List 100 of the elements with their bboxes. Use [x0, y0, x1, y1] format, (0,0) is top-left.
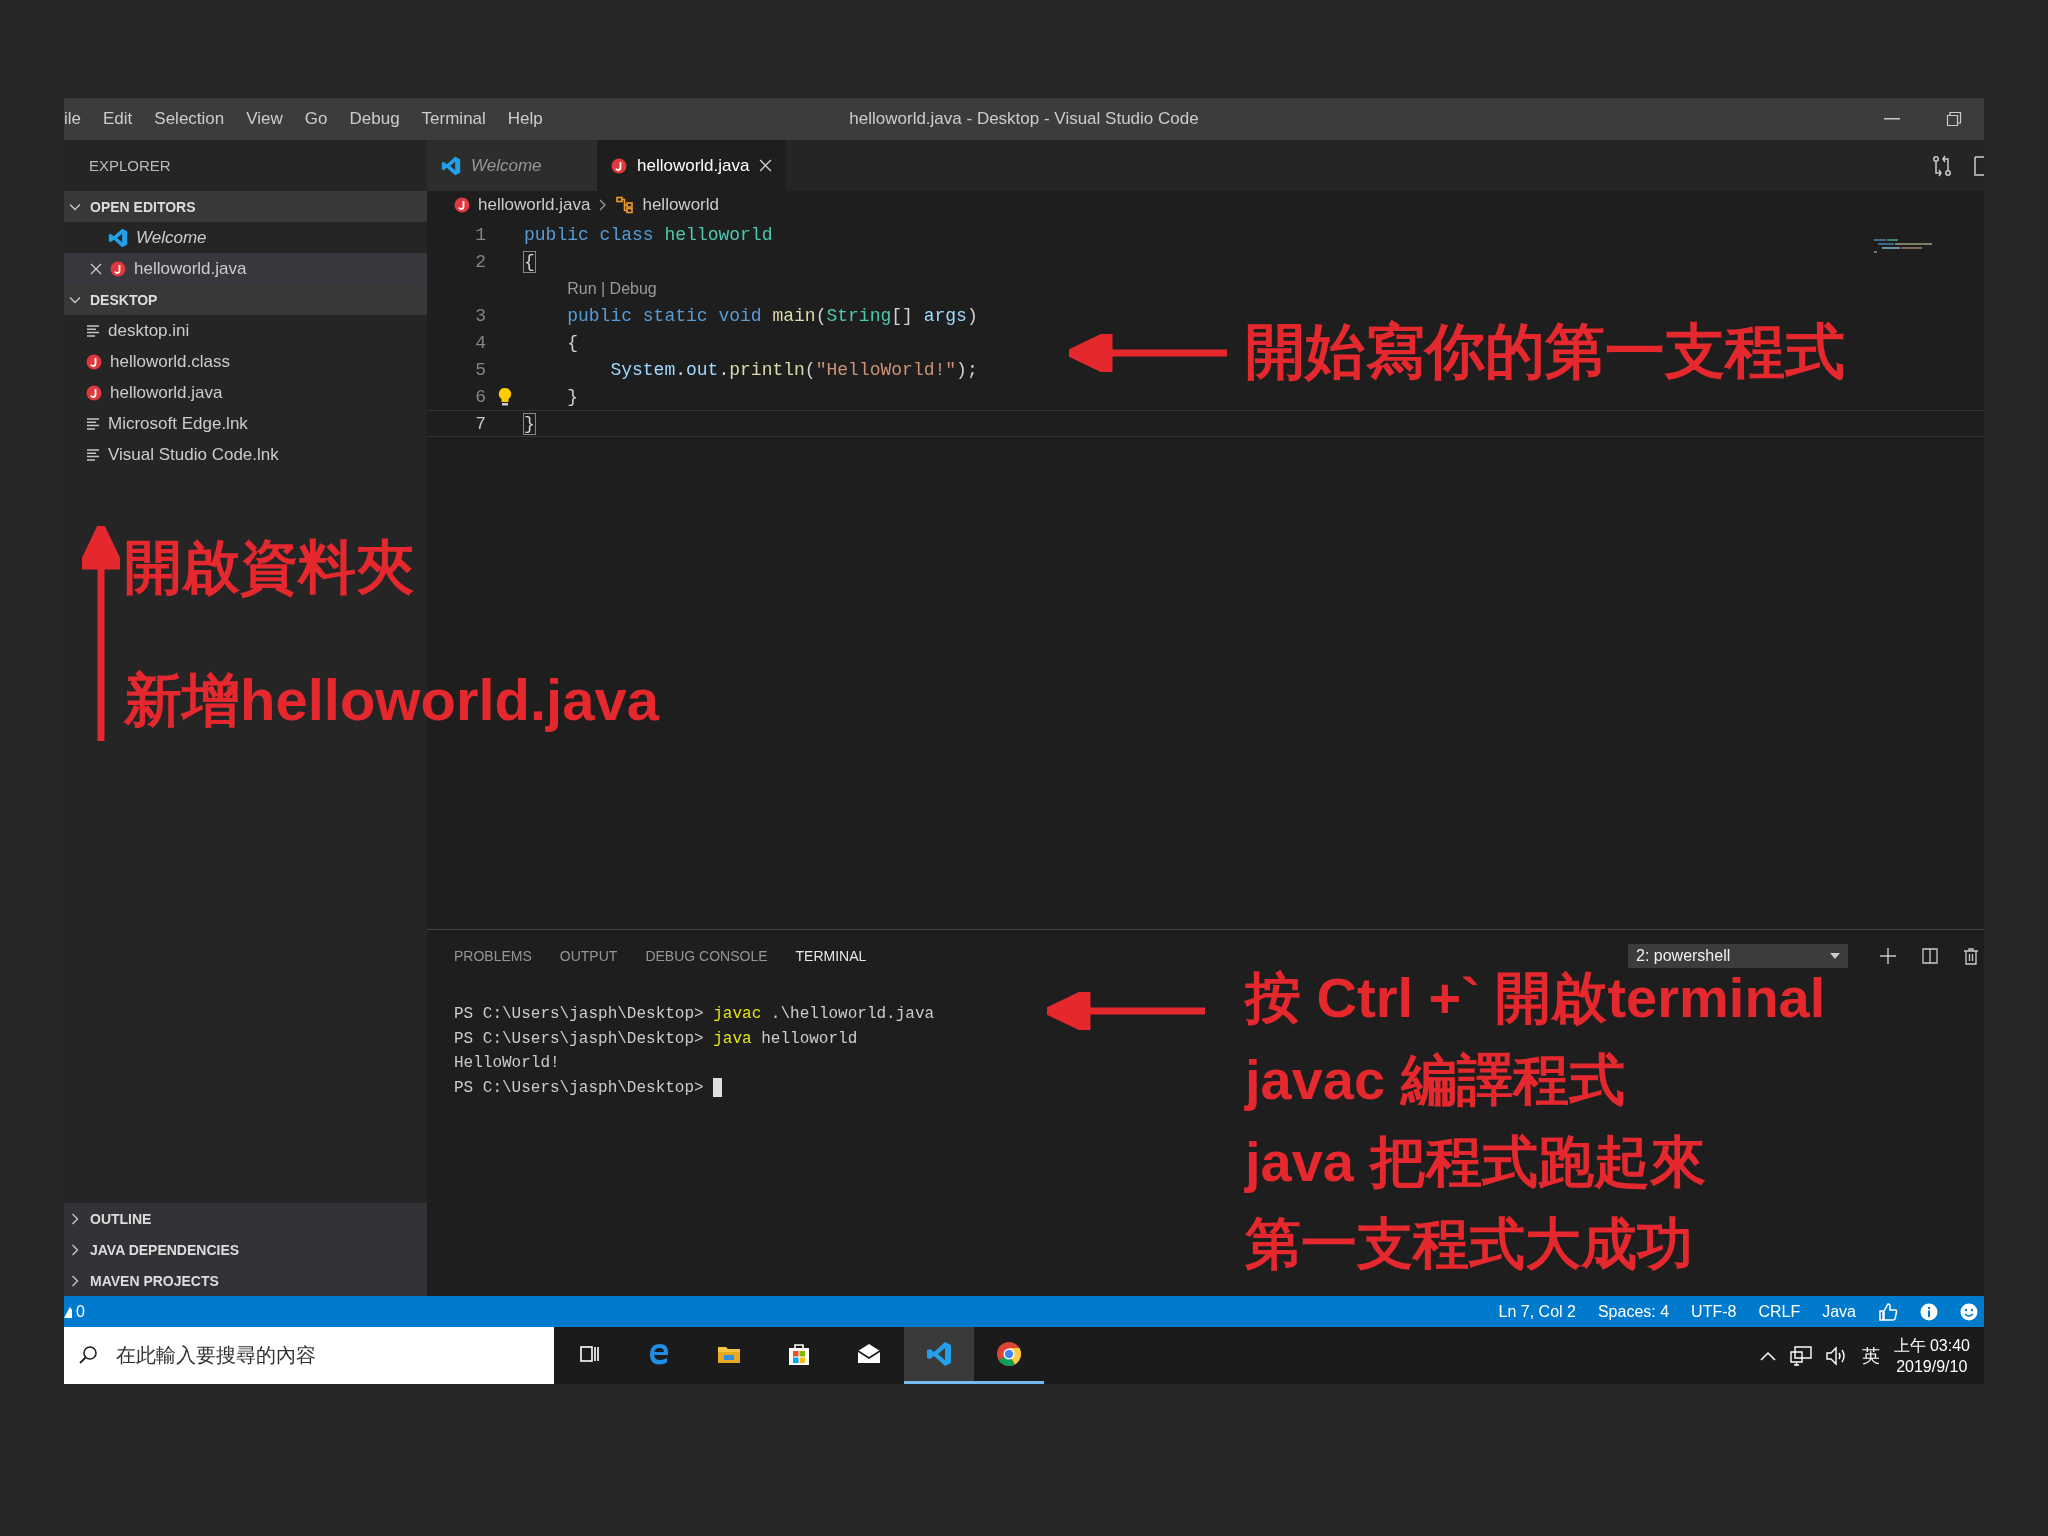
thumbs-up-icon[interactable] [1878, 1301, 1898, 1322]
status-item[interactable]: Spaces: 4 [1597, 1302, 1670, 1321]
file-item[interactable]: Visual Studio Code.lnk [64, 439, 427, 470]
file-item[interactable]: Microsoft Edge.lnk [64, 408, 427, 439]
editor-tab[interactable]: helloworld.java [597, 140, 787, 191]
section-header[interactable]: JAVA DEPENDENCIES [64, 1234, 427, 1265]
search-icon [78, 1345, 98, 1365]
java-file-icon [454, 196, 470, 213]
status-item[interactable]: UTF-8 [1691, 1302, 1737, 1321]
info-icon[interactable] [1920, 1302, 1938, 1321]
status-item[interactable]: Java [1822, 1302, 1856, 1321]
java-file-icon [611, 157, 627, 174]
menu-item[interactable]: Debug [338, 109, 411, 129]
chevron-up-icon[interactable] [1759, 1350, 1776, 1361]
vscode-icon [108, 227, 128, 248]
code-line: public class helloworld [524, 224, 773, 245]
close-icon[interactable] [90, 262, 102, 275]
smiley-icon[interactable] [1960, 1302, 1978, 1321]
panel-tab[interactable]: OUTPUT [559, 948, 618, 964]
annotation-text: 第一支程式大成功 [1245, 1216, 1694, 1272]
line-number: 4 [474, 332, 486, 353]
file-item[interactable]: helloworld.class [64, 346, 427, 377]
section-header[interactable]: DESKTOP [64, 284, 427, 315]
split-terminal-icon[interactable] [1922, 948, 1938, 964]
java-file-icon [110, 260, 126, 277]
code-line: } [567, 386, 578, 407]
menu-item[interactable]: Terminal [410, 109, 497, 129]
annotation-text: 開始寫你的第一支程式 [1245, 322, 1845, 382]
code-line: System.out.println("HelloWorld!"); [610, 359, 978, 380]
terminal-line: PS C:\Users\jasph\Desktop> javac .\helloworld.java [454, 1004, 935, 1025]
line-number: 1 [474, 224, 486, 245]
status-item[interactable]: Ln 7, Col 2 [1498, 1302, 1576, 1321]
terminal-line: PS C:\Users\jasph\Desktop> [454, 1077, 705, 1099]
trash-icon[interactable] [1964, 947, 1978, 965]
store-bag-icon [789, 1344, 809, 1365]
open-editor-item[interactable]: Welcome [64, 222, 427, 253]
problems-count[interactable]: 0 [76, 1302, 85, 1321]
section-header[interactable]: MAVEN PROJECTS [64, 1265, 427, 1296]
volume-icon[interactable] [1825, 1345, 1848, 1366]
code-line: } [524, 413, 535, 434]
edge-icon [650, 1344, 669, 1365]
browser-icon [997, 1342, 1021, 1366]
line-number: 7 [474, 413, 486, 434]
taskbar-clock[interactable]: 上午 03:40 2019/9/10 [1893, 1334, 1970, 1377]
line-number: 3 [474, 305, 486, 326]
file-lines-icon [86, 447, 100, 462]
file-lines-icon [86, 323, 100, 338]
terminal-line: PS C:\Users\jasph\Desktop> java helloworld [454, 1028, 858, 1050]
panel-tab[interactable]: TERMINAL [795, 948, 867, 964]
line-number: 2 [474, 251, 486, 272]
annotation-text: 開啟資料夾 [124, 538, 415, 596]
folder-icon [718, 1347, 740, 1363]
breadcrumb[interactable]: helloworld.java [478, 194, 591, 215]
menu-item[interactable]: Go [293, 109, 339, 129]
compare-changes-icon[interactable] [1932, 154, 1952, 177]
menu-item[interactable]: Edit [92, 109, 144, 129]
taskbar-search-field[interactable]: 在此輸入要搜尋的內容 [64, 1327, 554, 1384]
line-number: 6 [474, 386, 486, 407]
file-item[interactable]: desktop.ini [64, 315, 427, 346]
warning-icon[interactable] [64, 1305, 72, 1318]
terminal-line: HelloWorld! [454, 1053, 560, 1074]
sidebar-title: EXPLORER [89, 157, 171, 174]
panel-tab[interactable]: PROBLEMS [454, 948, 532, 964]
section-header[interactable]: OUTLINE [64, 1203, 427, 1234]
code-line: { [524, 251, 535, 272]
close-icon[interactable] [759, 159, 773, 172]
lightbulb-icon[interactable] [498, 386, 512, 407]
annotation-text: 按 Ctrl +` 開啟terminal [1245, 970, 1826, 1026]
input-language-indicator[interactable]: 英 [1861, 1343, 1880, 1368]
menu-item[interactable]: ile [64, 109, 92, 129]
network-icon[interactable] [1789, 1345, 1812, 1366]
section-header[interactable]: OPEN EDITORS [64, 191, 427, 222]
task-view-icon [580, 1346, 599, 1362]
codelens-links[interactable]: Run | Debug [567, 279, 657, 297]
file-item[interactable]: helloworld.java [64, 377, 427, 408]
terminal-dropdown[interactable]: 2: powershell [1628, 944, 1848, 968]
file-lines-icon [86, 416, 100, 431]
open-editor-item[interactable]: helloworld.java [64, 253, 427, 284]
status-item[interactable]: CRLF [1758, 1302, 1801, 1321]
mail-icon [857, 1344, 881, 1363]
minimap-drawing[interactable] [1872, 238, 1934, 256]
menu-item[interactable]: View [235, 109, 294, 129]
menu-item[interactable]: Selection [143, 109, 236, 129]
java-file-icon [86, 384, 102, 401]
class-symbol-icon [616, 195, 635, 214]
code-line: public static void main(String[] args) [567, 305, 978, 326]
panel-tab[interactable]: DEBUG CONSOLE [645, 948, 768, 964]
vscode-icon [927, 1342, 951, 1366]
split-editor-icon[interactable] [1974, 155, 1984, 176]
window-title: helloworld.java - Desktop - Visual Studio Code [849, 109, 1199, 129]
line-number: 5 [474, 359, 486, 380]
java-file-icon [86, 353, 102, 370]
menu-item[interactable]: Help [496, 109, 554, 129]
editor-tab[interactable]: Welcome [427, 140, 597, 191]
breadcrumb[interactable]: helloworld [642, 194, 719, 215]
code-line: { [567, 332, 578, 353]
restore-icon[interactable] [1946, 111, 1962, 127]
plus-icon[interactable] [1880, 948, 1896, 964]
caret-icon [1830, 953, 1840, 959]
vscode-icon [441, 155, 461, 176]
